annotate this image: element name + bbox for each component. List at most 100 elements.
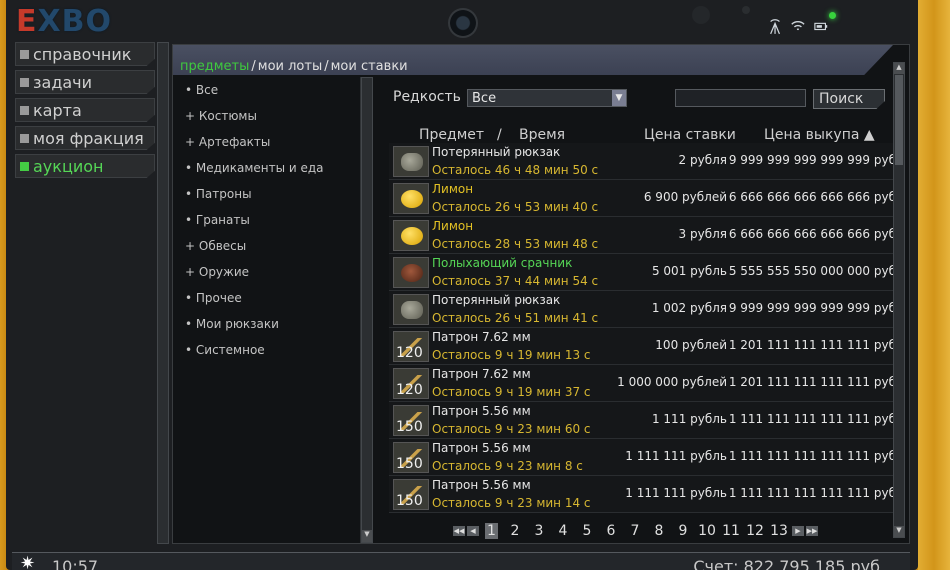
time-left: Осталось 9 ч 23 мин 8 с	[432, 459, 583, 473]
column-time[interactable]: Время	[519, 127, 565, 143]
lots-scrollbar[interactable]: ▲ ▼	[893, 62, 905, 538]
next-page-icon[interactable]: ▶	[792, 526, 804, 536]
search-input[interactable]	[675, 89, 806, 107]
item-name: Лимон	[432, 219, 474, 233]
tab-auction[interactable]: аукцион	[15, 154, 155, 178]
category-item[interactable]: + Артефакты	[176, 129, 360, 155]
scroll-down-icon[interactable]: ▼	[362, 530, 372, 542]
table-row[interactable]: Потерянный рюкзак Осталось 46 ч 48 мин 50…	[389, 143, 896, 180]
scroll-up-icon[interactable]: ▲	[894, 63, 904, 74]
buyout-price: 1 111 111 111 111 111 руб	[728, 412, 896, 426]
item-thumbnail	[393, 146, 429, 177]
page-2[interactable]: 2	[504, 523, 526, 539]
column-bid[interactable]: Цена ставки	[644, 127, 736, 143]
table-row[interactable]: Лимон Осталось 26 ч 53 мин 40 с6 900 рубл…	[389, 180, 896, 217]
category-item[interactable]: + Костюмы	[176, 103, 360, 129]
table-row[interactable]: 120 Патрон 7.62 мм Осталось 9 ч 19 мин 13 …	[389, 328, 896, 365]
column-item[interactable]: Предмет	[419, 127, 484, 143]
pda-frame-right	[918, 0, 950, 570]
page-11[interactable]: 11	[720, 523, 742, 539]
first-page-icon[interactable]: ◀◀	[453, 526, 465, 536]
column-buyout[interactable]: Цена выкупа ▲	[764, 127, 875, 143]
page-13[interactable]: 13	[768, 523, 790, 539]
table-row[interactable]: Полыхающий срачник Осталось 37 ч 44 мин 5…	[389, 254, 896, 291]
breadcrumb-items[interactable]: предметы	[180, 59, 249, 74]
page-8[interactable]: 8	[648, 523, 670, 539]
time-left: Осталось 26 ч 51 мин 41 с	[432, 311, 599, 325]
item-thumbnail	[393, 294, 429, 325]
last-page-icon[interactable]: ▶▶	[806, 526, 818, 536]
table-row[interactable]: 120 Патрон 7.62 мм Осталось 9 ч 19 мин 37 …	[389, 365, 896, 402]
scroll-down-icon[interactable]: ▼	[894, 526, 904, 537]
breadcrumb-my-bids[interactable]: мои ставки	[331, 59, 408, 74]
page-7[interactable]: 7	[624, 523, 646, 539]
category-item[interactable]: + Обвесы	[176, 233, 360, 259]
item-quantity: 120	[396, 345, 423, 361]
item-quantity: 150	[396, 493, 423, 509]
sensor-icon	[692, 6, 710, 24]
status-bar: ✷ 10:57 Счет: 822 795 185 руб	[12, 552, 910, 570]
page-9[interactable]: 9	[672, 523, 694, 539]
lots-area: Редкость Все ▼ Поиск Предмет / Время Цен…	[387, 77, 896, 543]
prev-page-icon[interactable]: ◀	[467, 526, 479, 536]
table-row[interactable]: Лимон Осталось 28 ч 53 мин 48 с3 рубля 6 6…	[389, 217, 896, 254]
page-1[interactable]: 1	[485, 523, 498, 539]
left-scrollbar[interactable]	[157, 42, 169, 544]
item-thumbnail	[393, 183, 429, 214]
time-left: Осталось 46 ч 48 мин 50 с	[432, 163, 599, 177]
search-button[interactable]: Поиск	[813, 89, 885, 109]
page-5[interactable]: 5	[576, 523, 598, 539]
category-item[interactable]: • Гранаты	[176, 207, 360, 233]
item-name: Полыхающий срачник	[432, 256, 573, 270]
table-row[interactable]: 150 Патрон 5.56 мм Осталось 9 ч 23 мин 8 с…	[389, 439, 896, 476]
category-item[interactable]: • Все	[176, 77, 360, 103]
category-item[interactable]: • Мои рюкзаки	[176, 311, 360, 337]
item-name: Патрон 5.56 мм	[432, 478, 531, 492]
time-left: Осталось 26 ч 53 мин 40 с	[432, 200, 599, 214]
status-icons	[768, 14, 828, 38]
breadcrumb-my-lots[interactable]: мои лоты	[258, 59, 322, 74]
buyout-price: 6 666 666 666 666 666 руб	[728, 190, 896, 204]
section-tabs: справочник задачи карта моя фракция аукц…	[15, 42, 155, 182]
tab-marker-icon	[20, 49, 29, 59]
category-item[interactable]: • Системное	[176, 337, 360, 363]
table-row[interactable]: Потерянный рюкзак Осталось 26 ч 51 мин 41…	[389, 291, 896, 328]
tab-tasks[interactable]: задачи	[15, 70, 155, 94]
item-name: Патрон 7.62 мм	[432, 330, 531, 344]
item-thumbnail: 150	[393, 405, 429, 436]
camera-lens-icon	[448, 8, 478, 38]
tab-map[interactable]: карта	[15, 98, 155, 122]
table-row[interactable]: 150 Патрон 5.56 мм Осталось 9 ч 23 мин 14 …	[389, 476, 896, 513]
item-name: Патрон 5.56 мм	[432, 441, 531, 455]
item-quantity: 150	[396, 456, 423, 472]
page-10[interactable]: 10	[696, 523, 718, 539]
item-quantity: 120	[396, 382, 423, 398]
wifi-icon	[791, 21, 805, 31]
rarity-select[interactable]: Все ▼	[467, 89, 627, 107]
page-12[interactable]: 12	[744, 523, 766, 539]
category-scrollbar[interactable]: ▼	[361, 77, 373, 543]
buyout-price: 9 999 999 999 999 999 руб	[728, 301, 896, 315]
time-left: Осталось 9 ч 23 мин 60 с	[432, 422, 591, 436]
table-row[interactable]: 150 Патрон 5.56 мм Осталось 9 ч 23 мин 60 …	[389, 402, 896, 439]
category-item[interactable]: • Патроны	[176, 181, 360, 207]
buyout-price: 9 999 999 999 999 999 руб	[728, 153, 896, 167]
antenna-icon	[770, 19, 781, 35]
item-thumbnail: 150	[393, 479, 429, 510]
page-4[interactable]: 4	[552, 523, 574, 539]
scroll-thumb[interactable]	[895, 75, 903, 165]
category-item[interactable]: • Прочее	[176, 285, 360, 311]
category-item[interactable]: + Оружие	[176, 259, 360, 285]
item-name: Лимон	[432, 182, 474, 196]
rarity-label: Редкость	[393, 89, 461, 105]
page-6[interactable]: 6	[600, 523, 622, 539]
category-item[interactable]: • Медикаменты и еда	[176, 155, 360, 181]
time-left: Осталось 28 ч 53 мин 48 с	[432, 237, 599, 251]
tab-my-faction[interactable]: моя фракция	[15, 126, 155, 150]
tab-reference[interactable]: справочник	[15, 42, 155, 66]
time-left: Осталось 9 ч 23 мин 14 с	[432, 496, 591, 510]
pagination: ◀◀ ◀ 1 2 3 4 5 6 7 8 9 10 11 12 13 ▶ ▶▶	[453, 523, 818, 539]
page-3[interactable]: 3	[528, 523, 550, 539]
buyout-price: 1 201 111 111 111 111 руб	[728, 375, 896, 389]
backpack-icon	[401, 153, 423, 171]
